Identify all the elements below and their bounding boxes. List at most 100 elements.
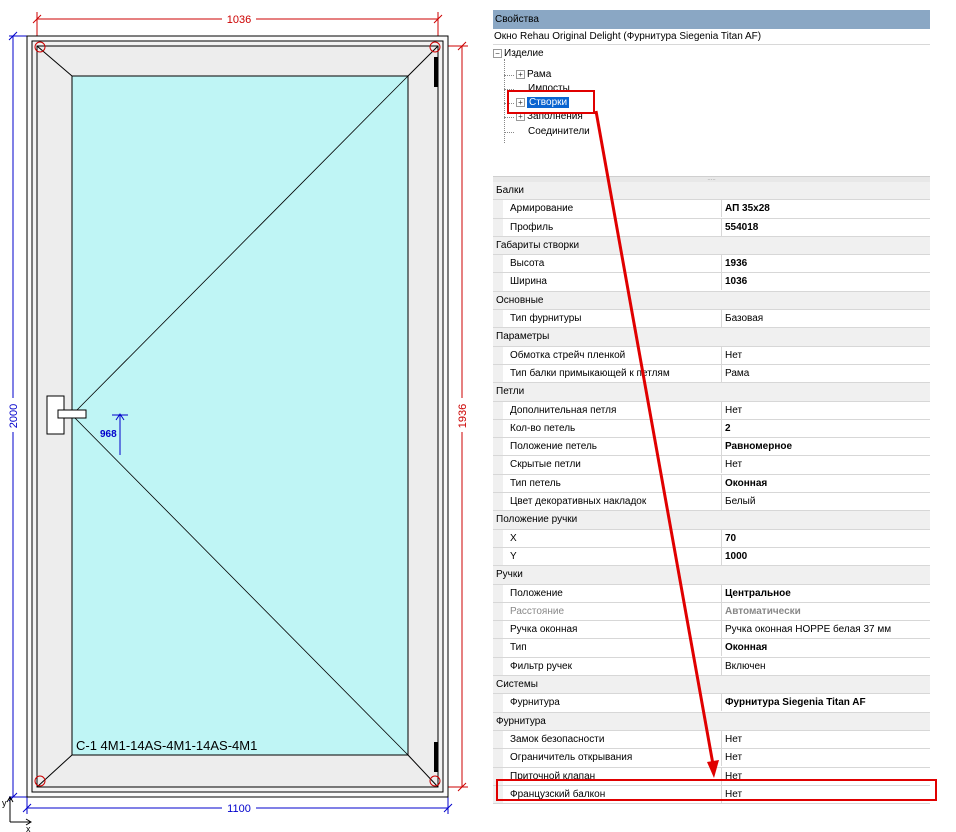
hinge-bottom xyxy=(434,742,438,772)
grid-property-row[interactable]: Тип Оконная xyxy=(493,639,930,658)
property-name: Положение xyxy=(510,587,563,599)
property-name: Замок безопасности xyxy=(510,733,605,745)
property-value[interactable]: Центральное xyxy=(721,584,930,602)
grid-property-row[interactable]: X 70 xyxy=(493,529,930,548)
property-value[interactable]: Нет xyxy=(721,730,930,748)
glass-label: С-1 4M1-14AS-4M1-14AS-4M1 xyxy=(76,738,257,753)
window-drawing[interactable]: 1036 1100 2000 1936 С-1 4M1-14AS-4M1-14A… xyxy=(0,0,480,832)
property-value[interactable]: Нет xyxy=(721,456,930,474)
row-gutter xyxy=(493,730,503,749)
property-name: Фурнитура xyxy=(510,697,560,709)
grid-property-row[interactable]: Профиль 554018 xyxy=(493,218,930,237)
collapse-icon[interactable]: − xyxy=(493,48,502,58)
property-value[interactable]: 1036 xyxy=(721,273,930,291)
row-gutter xyxy=(493,657,503,676)
property-value[interactable]: 2 xyxy=(721,419,930,437)
row-gutter xyxy=(493,364,503,383)
grid-property-row[interactable]: Высота 1936 xyxy=(493,255,930,274)
grid-category[interactable]: Положение ручки xyxy=(493,511,930,530)
row-gutter xyxy=(493,255,503,273)
property-name: Ручка оконная xyxy=(510,624,578,636)
row-gutter xyxy=(493,346,503,364)
grid-property-row[interactable]: Ручка оконная Ручка оконная HOPPE белая 3… xyxy=(493,621,930,640)
row-gutter xyxy=(493,273,503,291)
property-value[interactable]: Рама xyxy=(721,364,930,382)
grid-property-row[interactable]: Ограничитель открывания Нет xyxy=(493,749,930,768)
grid-property-row[interactable]: Фурнитура Фурнитура Siegenia Titan AF xyxy=(493,694,930,713)
tree-node-frame[interactable]: + Рама xyxy=(516,68,551,82)
property-value[interactable]: Нет xyxy=(721,346,930,364)
property-value[interactable]: Автоматически xyxy=(721,602,930,620)
grid-category[interactable]: Балки xyxy=(493,182,930,201)
property-value[interactable]: Белый xyxy=(721,493,930,511)
properties-panel: Свойства Окно Rehau Original Delight (Фу… xyxy=(493,10,930,815)
row-gutter xyxy=(493,547,503,566)
grid-property-row[interactable]: Обмотка стрейч пленкой Нет xyxy=(493,346,930,365)
grid-category[interactable]: Системы xyxy=(493,676,930,695)
grid-property-row[interactable]: Y 1000 xyxy=(493,547,930,567)
property-value[interactable]: 70 xyxy=(721,529,930,547)
property-name: Кол-во петель xyxy=(510,422,576,434)
property-value[interactable]: АП 35x28 xyxy=(721,200,930,218)
window-drawing-svg: 1036 1100 2000 1936 С-1 4M1-14AS-4M1-14A… xyxy=(2,12,469,832)
grid-property-row[interactable]: Положение петель Равномерное xyxy=(493,438,930,457)
property-value[interactable]: 554018 xyxy=(721,218,930,236)
property-name: Профиль xyxy=(510,221,554,233)
grid-property-row[interactable]: Дополнительная петля Нет xyxy=(493,401,930,420)
row-gutter xyxy=(493,639,503,657)
grid-category[interactable]: Параметры xyxy=(493,328,930,347)
highlight-box-sashes xyxy=(507,90,595,114)
grid-property-row[interactable]: Цвет декоративных накладок Белый xyxy=(493,493,930,512)
property-value[interactable]: 1936 xyxy=(721,255,930,273)
dim-right-height: 1936 xyxy=(457,404,469,428)
property-name: Тип петель xyxy=(510,477,561,489)
tree-node-root[interactable]: − Изделие xyxy=(493,47,544,61)
property-value[interactable]: Нет xyxy=(721,749,930,767)
tree-node-label: Соединители xyxy=(528,126,590,137)
row-gutter xyxy=(493,419,503,438)
grid-category[interactable]: Петли xyxy=(493,383,930,402)
row-gutter xyxy=(493,438,503,456)
row-gutter xyxy=(493,456,503,474)
row-gutter xyxy=(493,602,503,621)
grid-category[interactable]: Основные xyxy=(493,291,930,311)
grid-property-row[interactable]: Тип петель Оконная xyxy=(493,474,930,494)
grid-property-row[interactable]: Замок безопасности Нет xyxy=(493,730,930,750)
grid-category[interactable]: Габариты створки xyxy=(493,236,930,256)
grid-property-row[interactable]: Ширина 1036 xyxy=(493,273,930,292)
property-value[interactable]: Включен xyxy=(721,657,930,675)
row-gutter xyxy=(493,401,503,419)
property-value[interactable]: Равномерное xyxy=(721,438,930,456)
row-gutter xyxy=(493,529,503,547)
property-grid: Балки Армирование АП 35x28 Профиль 554018 Габ… xyxy=(493,182,930,805)
property-value[interactable]: Фурнитура Siegenia Titan AF xyxy=(721,694,930,712)
expand-icon[interactable]: + xyxy=(516,69,525,79)
property-value[interactable]: Оконная xyxy=(721,639,930,657)
property-value[interactable]: Оконная xyxy=(721,474,930,492)
row-gutter xyxy=(493,493,503,511)
property-name: Расстояние xyxy=(510,605,565,617)
row-gutter xyxy=(493,218,503,236)
grid-property-row[interactable]: Тип балки примыкающей к петлям Рама xyxy=(493,364,930,384)
tree-node-label: Рама xyxy=(527,69,552,80)
grid-property-row[interactable]: Фильтр ручек Включен xyxy=(493,657,930,677)
property-name: Армирование xyxy=(510,203,574,215)
property-value[interactable]: Ручка оконная HOPPE белая 37 мм xyxy=(721,621,930,639)
grid-property-row[interactable]: Расстояние Автоматически xyxy=(493,602,930,622)
row-gutter xyxy=(493,694,503,712)
grid-category[interactable]: Ручки xyxy=(493,566,930,585)
grid-property-row[interactable]: Тип фурнитуры Базовая xyxy=(493,310,930,329)
grid-property-row[interactable]: Армирование АП 35x28 xyxy=(493,200,930,219)
grid-category[interactable]: Фурнитура xyxy=(493,712,930,731)
property-value[interactable]: Нет xyxy=(721,401,930,419)
property-value[interactable]: 1000 xyxy=(721,547,930,565)
handle-height-value: 968 xyxy=(100,429,117,440)
dim-bottom-width: 1100 xyxy=(227,803,251,815)
grid-property-row[interactable]: Скрытые петли Нет xyxy=(493,456,930,475)
hinge-top xyxy=(434,57,438,87)
grid-property-row[interactable]: Положение Центральное xyxy=(493,584,930,603)
property-value[interactable]: Базовая xyxy=(721,310,930,328)
property-name: Цвет декоративных накладок xyxy=(510,496,647,508)
tree-node-connectors[interactable]: Соединители xyxy=(528,125,590,139)
grid-property-row[interactable]: Кол-во петель 2 xyxy=(493,419,930,439)
